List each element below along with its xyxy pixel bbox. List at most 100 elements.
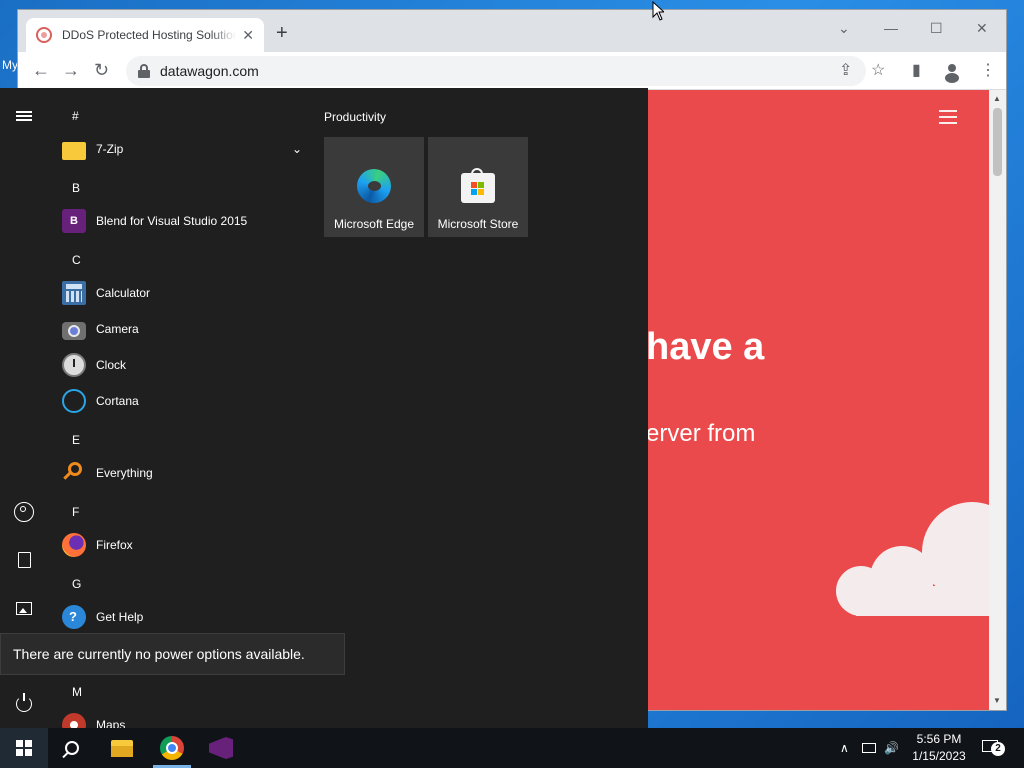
clock-time: 5:56 PM (916, 732, 962, 746)
calculator-icon (62, 281, 86, 305)
app-item-firefox[interactable]: Firefox (62, 529, 302, 561)
taskbar: ∧ 🔊 5:56 PM 1/15/2023 2 (0, 728, 1024, 768)
tile-microsoft-store[interactable]: Microsoft Store (428, 137, 528, 237)
maximize-button[interactable]: ☐ (930, 20, 943, 37)
start-button[interactable] (0, 728, 48, 768)
desktop-icon-label[interactable]: My (2, 58, 18, 72)
maps-icon (62, 713, 86, 728)
hero-heading: have a (646, 326, 765, 368)
app-label: Camera (96, 322, 139, 336)
address-bar[interactable]: datawagon.com (126, 56, 866, 86)
site-menu-icon[interactable] (939, 110, 957, 128)
letter-header[interactable]: C (72, 253, 81, 267)
network-icon[interactable] (862, 728, 876, 768)
site-favicon-icon (36, 27, 52, 43)
system-clock[interactable]: 5:56 PM 1/15/2023 (906, 731, 972, 765)
lock-icon[interactable] (138, 64, 150, 78)
tab-title: DDoS Protected Hosting Solutions (62, 28, 236, 42)
app-item-clock[interactable]: Clock (62, 349, 302, 381)
search-button[interactable] (48, 728, 96, 768)
letter-header[interactable]: # (72, 109, 79, 123)
power-options-tooltip: There are currently no power options ava… (0, 633, 345, 675)
close-window-button[interactable]: ✕ (976, 20, 988, 37)
app-item-maps[interactable]: Maps (62, 709, 302, 728)
search-icon (65, 741, 79, 755)
folder-icon (62, 141, 86, 160)
chrome-icon (160, 736, 184, 760)
app-label: Get Help (96, 610, 144, 624)
page-scrollbar[interactable]: ▲ ▼ (989, 90, 1006, 710)
scroll-down-icon[interactable]: ▼ (993, 696, 1001, 705)
app-item-cortana[interactable]: Cortana (62, 385, 302, 417)
browser-tab[interactable]: DDoS Protected Hosting Solutions ✕ (26, 18, 264, 52)
show-hidden-icons-chevron-icon[interactable]: ∧ (840, 728, 849, 768)
tile-microsoft-edge[interactable]: Microsoft Edge (324, 137, 424, 237)
letter-header[interactable]: F (72, 505, 79, 519)
tab-search-icon[interactable]: ⌄ (838, 20, 850, 37)
app-label: Everything (96, 466, 153, 480)
app-item-calculator[interactable]: Calculator (62, 277, 302, 309)
side-panel-icon[interactable]: ▮ (912, 62, 921, 80)
app-item-everything[interactable]: Everything (62, 457, 302, 489)
letter-header[interactable]: G (72, 577, 81, 591)
action-center-button[interactable]: 2 (980, 736, 1006, 760)
app-label: Maps (96, 718, 126, 728)
bookmark-star-icon[interactable]: ☆ (871, 62, 885, 80)
app-label: Calculator (96, 286, 151, 300)
minimize-button[interactable]: — (884, 20, 898, 36)
app-item-blend[interactable]: B Blend for Visual Studio 2015 (62, 205, 302, 237)
visual-studio-taskbar-button[interactable] (197, 728, 245, 768)
url-text[interactable]: datawagon.com (160, 63, 259, 79)
documents-icon[interactable] (14, 550, 34, 570)
tile-label: Microsoft Store (437, 217, 519, 231)
hero-subheading: erver from (646, 420, 756, 447)
chrome-taskbar-button[interactable] (148, 728, 196, 768)
close-tab-icon[interactable]: ✕ (242, 27, 254, 44)
scroll-thumb[interactable] (993, 108, 1002, 176)
pictures-icon[interactable] (14, 598, 34, 618)
everything-icon (62, 461, 86, 485)
app-item-get-help[interactable]: Get Help (62, 601, 302, 633)
store-icon (461, 168, 495, 203)
letter-header[interactable]: B (72, 181, 80, 195)
browser-menu-icon[interactable]: ⋮ (980, 62, 996, 80)
file-explorer-icon (111, 739, 133, 757)
scroll-up-icon[interactable]: ▲ (993, 94, 1001, 103)
share-icon[interactable]: ⇪ (839, 62, 852, 80)
app-label: Clock (96, 358, 127, 372)
volume-icon[interactable]: 🔊 (884, 728, 899, 768)
firefox-icon (62, 533, 86, 557)
clock-date: 1/15/2023 (912, 749, 966, 763)
clock-icon (62, 353, 86, 377)
app-label: Blend for Visual Studio 2015 (96, 214, 248, 228)
reload-button[interactable]: ↻ (94, 60, 109, 80)
power-icon[interactable] (14, 693, 34, 714)
letter-header[interactable]: M (72, 685, 82, 699)
start-menu-rail (0, 88, 48, 728)
get-help-icon (62, 605, 86, 629)
browser-toolbar: ← → ↻ datawagon.com ⇪ ☆ ▮ ⋮ (18, 52, 1006, 90)
new-tab-button[interactable]: + (276, 23, 288, 43)
cortana-icon (62, 389, 86, 413)
back-button[interactable]: ← (32, 60, 50, 80)
user-account-icon[interactable] (14, 502, 34, 522)
visual-studio-icon (209, 737, 233, 759)
notification-count-badge: 2 (991, 742, 1005, 756)
app-label: 7-Zip (96, 142, 124, 156)
app-list: # 7-Zip ⌄ B B Blend for Visual Studio 20… (48, 88, 310, 728)
expand-menu-icon[interactable] (14, 106, 34, 126)
letter-header[interactable]: E (72, 433, 80, 447)
edge-icon (357, 169, 391, 203)
app-label: Cortana (96, 394, 139, 408)
forward-button[interactable]: → (62, 60, 80, 80)
app-item-7zip[interactable]: 7-Zip ⌄ (62, 133, 302, 165)
app-item-camera[interactable]: Camera (62, 313, 302, 345)
start-menu: # 7-Zip ⌄ B B Blend for Visual Studio 20… (0, 88, 648, 728)
file-explorer-button[interactable] (98, 728, 146, 768)
camera-icon (62, 321, 86, 340)
blend-icon: B (62, 209, 86, 233)
tab-strip: DDoS Protected Hosting Solutions ✕ + ⌄ —… (18, 10, 1006, 52)
chevron-down-icon[interactable]: ⌄ (292, 142, 302, 156)
tile-group-title[interactable]: Productivity (324, 110, 386, 124)
mouse-cursor-icon (652, 1, 664, 21)
